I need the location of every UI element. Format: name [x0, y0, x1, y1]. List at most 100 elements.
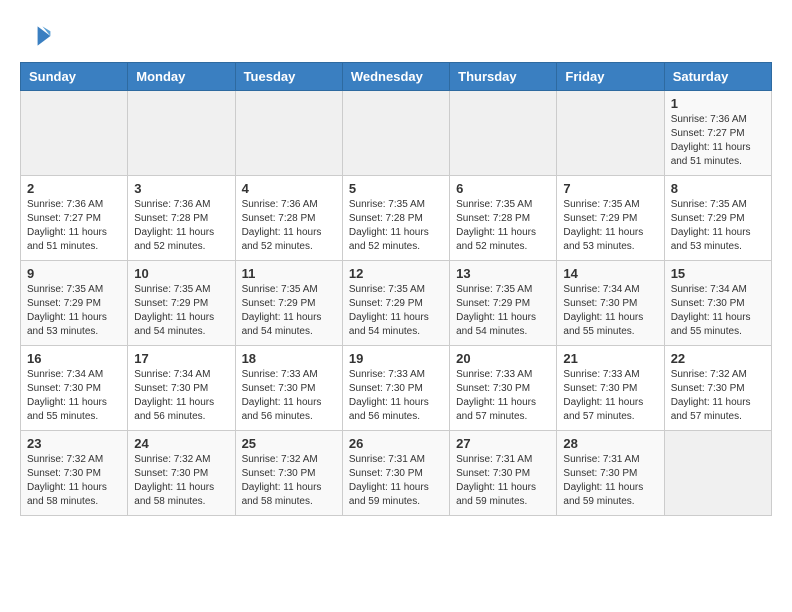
- calendar-cell: 2 Sunrise: 7:36 AMSunset: 7:27 PMDaylight…: [21, 176, 128, 261]
- calendar-week-row: 2 Sunrise: 7:36 AMSunset: 7:27 PMDaylight…: [21, 176, 772, 261]
- day-number: 12: [349, 266, 443, 281]
- day-info: Sunrise: 7:33 AMSunset: 7:30 PMDaylight:…: [456, 368, 550, 424]
- day-number: 14: [563, 266, 657, 281]
- calendar-cell: 4 Sunrise: 7:36 AMSunset: 7:28 PMDaylight…: [235, 176, 342, 261]
- day-info: Sunrise: 7:32 AMSunset: 7:30 PMDaylight:…: [671, 368, 765, 424]
- day-info: Sunrise: 7:32 AMSunset: 7:30 PMDaylight:…: [242, 453, 336, 509]
- calendar-cell: 1 Sunrise: 7:36 AMSunset: 7:27 PMDaylight…: [664, 91, 771, 176]
- calendar-header-saturday: Saturday: [664, 63, 771, 91]
- day-info: Sunrise: 7:33 AMSunset: 7:30 PMDaylight:…: [349, 368, 443, 424]
- day-info: Sunrise: 7:35 AMSunset: 7:29 PMDaylight:…: [27, 283, 121, 339]
- calendar-week-row: 23 Sunrise: 7:32 AMSunset: 7:30 PMDayligh…: [21, 431, 772, 516]
- day-info: Sunrise: 7:33 AMSunset: 7:30 PMDaylight:…: [242, 368, 336, 424]
- calendar-cell: 12 Sunrise: 7:35 AMSunset: 7:29 PMDayligh…: [342, 261, 449, 346]
- calendar-cell: 15 Sunrise: 7:34 AMSunset: 7:30 PMDayligh…: [664, 261, 771, 346]
- day-info: Sunrise: 7:32 AMSunset: 7:30 PMDaylight:…: [27, 453, 121, 509]
- day-number: 8: [671, 181, 765, 196]
- day-number: 7: [563, 181, 657, 196]
- day-info: Sunrise: 7:36 AMSunset: 7:27 PMDaylight:…: [671, 113, 765, 169]
- page-header: [20, 20, 772, 52]
- calendar-cell: [450, 91, 557, 176]
- calendar-cell: 6Sunrise: 7:35 AMSunset: 7:28 PMDaylight…: [450, 176, 557, 261]
- calendar-cell: [21, 91, 128, 176]
- day-number: 18: [242, 351, 336, 366]
- day-number: 10: [134, 266, 228, 281]
- day-info: Sunrise: 7:36 AMSunset: 7:27 PMDaylight:…: [27, 198, 121, 254]
- calendar-cell: 17 Sunrise: 7:34 AMSunset: 7:30 PMDayligh…: [128, 346, 235, 431]
- calendar-cell: 26 Sunrise: 7:31 AMSunset: 7:30 PMDayligh…: [342, 431, 449, 516]
- calendar-cell: 10 Sunrise: 7:35 AMSunset: 7:29 PMDayligh…: [128, 261, 235, 346]
- day-info: Sunrise: 7:33 AMSunset: 7:30 PMDaylight:…: [563, 368, 657, 424]
- day-number: 25: [242, 436, 336, 451]
- calendar-cell: 11 Sunrise: 7:35 AMSunset: 7:29 PMDayligh…: [235, 261, 342, 346]
- calendar-week-row: 16 Sunrise: 7:34 AMSunset: 7:30 PMDayligh…: [21, 346, 772, 431]
- day-number: 2: [27, 181, 121, 196]
- calendar-cell: [235, 91, 342, 176]
- calendar-header-row: SundayMondayTuesdayWednesdayThursdayFrid…: [21, 63, 772, 91]
- day-info: Sunrise: 7:31 AMSunset: 7:30 PMDaylight:…: [563, 453, 657, 509]
- calendar-cell: 23 Sunrise: 7:32 AMSunset: 7:30 PMDayligh…: [21, 431, 128, 516]
- calendar-header-thursday: Thursday: [450, 63, 557, 91]
- calendar-cell: 18 Sunrise: 7:33 AMSunset: 7:30 PMDayligh…: [235, 346, 342, 431]
- day-info: Sunrise: 7:34 AMSunset: 7:30 PMDaylight:…: [563, 283, 657, 339]
- calendar-cell: [557, 91, 664, 176]
- day-info: Sunrise: 7:36 AMSunset: 7:28 PMDaylight:…: [242, 198, 336, 254]
- calendar-cell: 5 Sunrise: 7:35 AMSunset: 7:28 PMDaylight…: [342, 176, 449, 261]
- calendar-header-wednesday: Wednesday: [342, 63, 449, 91]
- day-number: 21: [563, 351, 657, 366]
- calendar-header-friday: Friday: [557, 63, 664, 91]
- calendar-cell: [664, 431, 771, 516]
- day-number: 11: [242, 266, 336, 281]
- day-info: Sunrise: 7:35 AMSunset: 7:29 PMDaylight:…: [349, 283, 443, 339]
- day-number: 26: [349, 436, 443, 451]
- day-number: 23: [27, 436, 121, 451]
- day-number: 3: [134, 181, 228, 196]
- calendar-cell: 19 Sunrise: 7:33 AMSunset: 7:30 PMDayligh…: [342, 346, 449, 431]
- day-info: Sunrise: 7:35 AMSunset: 7:28 PMDaylight:…: [349, 198, 443, 254]
- day-info: Sunrise: 7:36 AMSunset: 7:28 PMDaylight:…: [134, 198, 228, 254]
- day-number: 15: [671, 266, 765, 281]
- day-info: Sunrise: 7:34 AMSunset: 7:30 PMDaylight:…: [671, 283, 765, 339]
- day-number: 27: [456, 436, 550, 451]
- day-number: 6: [456, 181, 550, 196]
- day-info: Sunrise: 7:35 AMSunset: 7:29 PMDaylight:…: [134, 283, 228, 339]
- day-number: 28: [563, 436, 657, 451]
- calendar-cell: 27 Sunrise: 7:31 AMSunset: 7:30 PMDayligh…: [450, 431, 557, 516]
- day-number: 22: [671, 351, 765, 366]
- calendar-cell: 21 Sunrise: 7:33 AMSunset: 7:30 PMDayligh…: [557, 346, 664, 431]
- day-info: Sunrise: 7:32 AMSunset: 7:30 PMDaylight:…: [134, 453, 228, 509]
- calendar-cell: 7 Sunrise: 7:35 AMSunset: 7:29 PMDaylight…: [557, 176, 664, 261]
- calendar-cell: 28 Sunrise: 7:31 AMSunset: 7:30 PMDayligh…: [557, 431, 664, 516]
- calendar-cell: 25 Sunrise: 7:32 AMSunset: 7:30 PMDayligh…: [235, 431, 342, 516]
- day-info: Sunrise: 7:31 AMSunset: 7:30 PMDaylight:…: [456, 453, 550, 509]
- calendar-cell: 16 Sunrise: 7:34 AMSunset: 7:30 PMDayligh…: [21, 346, 128, 431]
- day-info: Sunrise: 7:31 AMSunset: 7:30 PMDaylight:…: [349, 453, 443, 509]
- calendar-cell: 13 Sunrise: 7:35 AMSunset: 7:29 PMDayligh…: [450, 261, 557, 346]
- calendar-cell: [128, 91, 235, 176]
- calendar-cell: 9 Sunrise: 7:35 AMSunset: 7:29 PMDaylight…: [21, 261, 128, 346]
- day-number: 1: [671, 96, 765, 111]
- day-info: Sunrise: 7:35 AMSunset: 7:29 PMDaylight:…: [563, 198, 657, 254]
- calendar-header-monday: Monday: [128, 63, 235, 91]
- calendar-header-sunday: Sunday: [21, 63, 128, 91]
- day-info: Sunrise: 7:35 AMSunset: 7:29 PMDaylight:…: [242, 283, 336, 339]
- logo-icon: [20, 20, 52, 52]
- day-number: 20: [456, 351, 550, 366]
- calendar-cell: 14 Sunrise: 7:34 AMSunset: 7:30 PMDayligh…: [557, 261, 664, 346]
- calendar-week-row: 1 Sunrise: 7:36 AMSunset: 7:27 PMDaylight…: [21, 91, 772, 176]
- day-number: 9: [27, 266, 121, 281]
- calendar-cell: 3 Sunrise: 7:36 AMSunset: 7:28 PMDaylight…: [128, 176, 235, 261]
- day-info: Sunrise: 7:35 AMSunset: 7:29 PMDaylight:…: [456, 283, 550, 339]
- day-info: Sunrise: 7:34 AMSunset: 7:30 PMDaylight:…: [134, 368, 228, 424]
- calendar-week-row: 9 Sunrise: 7:35 AMSunset: 7:29 PMDaylight…: [21, 261, 772, 346]
- day-number: 16: [27, 351, 121, 366]
- day-info: Sunrise: 7:35 AMSunset: 7:29 PMDaylight:…: [671, 198, 765, 254]
- calendar-cell: 20 Sunrise: 7:33 AMSunset: 7:30 PMDayligh…: [450, 346, 557, 431]
- day-info: Sunrise: 7:34 AMSunset: 7:30 PMDaylight:…: [27, 368, 121, 424]
- day-number: 19: [349, 351, 443, 366]
- day-number: 4: [242, 181, 336, 196]
- day-number: 5: [349, 181, 443, 196]
- day-number: 17: [134, 351, 228, 366]
- day-number: 24: [134, 436, 228, 451]
- day-number: 13: [456, 266, 550, 281]
